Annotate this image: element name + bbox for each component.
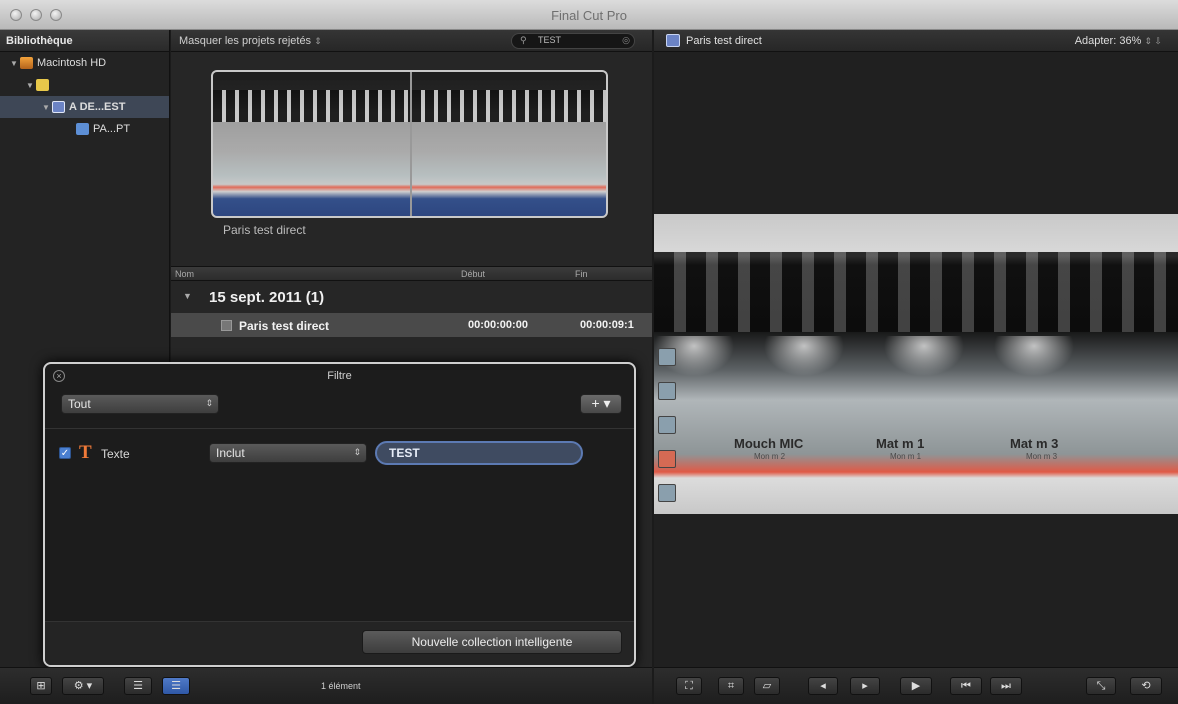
viewer-title: Paris test direct	[686, 35, 762, 47]
list-header: Nom Début Fin	[171, 266, 652, 281]
clip-icon	[666, 34, 680, 47]
add-rule-button[interactable]: + ▾	[580, 394, 622, 414]
viewer-header: Paris test direct Adapter: 36% ⇕ ⇩	[654, 30, 1178, 52]
library-item-label: A DE...EST	[69, 101, 126, 113]
clip-name: Paris test direct	[223, 223, 306, 237]
zoom-label: Adapter: 36%	[1074, 35, 1142, 47]
go-to-start-icon[interactable]: ⏮	[950, 677, 982, 695]
fullscreen-icon[interactable]: ⤡	[1086, 677, 1116, 695]
library-header: Bibliothèque	[0, 30, 169, 52]
disclosure-triangle-icon[interactable]: ▼	[26, 81, 36, 90]
filmstrip-frame	[213, 72, 410, 216]
image-label: Mouch MIC	[734, 436, 804, 451]
popup-arrows-icon: ⇕ ⇩	[1144, 36, 1162, 46]
filmstrip-view-icon[interactable]: ☰	[124, 677, 152, 695]
column-header-start[interactable]: Début	[461, 269, 485, 279]
viewer: Paris test direct Adapter: 36% ⇕ ⇩ Mouch…	[654, 30, 1178, 667]
rule-operator-label: Inclut	[216, 446, 245, 460]
image-sublabel: Mon m 2	[754, 452, 786, 461]
project-icon	[76, 123, 89, 135]
rule-value-field[interactable]: TEST	[375, 441, 583, 465]
list-view-icon[interactable]: ☰	[162, 677, 190, 695]
next-frame-icon[interactable]: ▸	[850, 677, 880, 695]
disclosure-triangle-icon[interactable]: ▼	[10, 59, 20, 68]
date-group-row[interactable]: ▼ 15 sept. 2011 (1)	[171, 286, 652, 310]
previous-frame-icon[interactable]: ◂	[808, 677, 838, 695]
filter-hud-toggle-icon[interactable]: ◎	[622, 35, 630, 46]
drive-icon	[20, 57, 33, 69]
item-count: 1 élément	[321, 681, 361, 691]
go-to-end-icon[interactable]: ⏭	[990, 677, 1022, 695]
hide-rejected-label: Masquer les projets rejetés	[179, 35, 312, 47]
popup-arrows-icon: ⇕	[353, 447, 361, 457]
clip-icon	[221, 320, 232, 331]
new-smart-collection-button[interactable]: Nouvelle collection intelligente	[362, 630, 622, 654]
crop-icon[interactable]: ⌗	[718, 677, 744, 695]
browser-header: Masquer les projets rejetés ⇕ ⚲ TEST ◎	[171, 30, 652, 52]
column-header-end[interactable]: Fin	[575, 269, 588, 279]
zoom-popup[interactable]: Adapter: 36% ⇕ ⇩	[1075, 35, 1162, 47]
event-icon	[52, 101, 65, 113]
show-library-icon[interactable]: ⊞	[30, 677, 52, 695]
rule-enabled-checkbox[interactable]: ✓	[59, 447, 71, 459]
loop-icon[interactable]: ⟲	[1130, 677, 1162, 695]
image-label: Mat m 3	[1010, 436, 1059, 451]
image-label: Mat m 1	[876, 436, 925, 451]
popup-arrows-icon: ⇕	[205, 398, 213, 408]
filter-hud: × Filtre Tout ⇕ + ▾ ✓ T Texte Inclut ⇕ T…	[43, 362, 636, 667]
match-popup-label: Tout	[68, 397, 91, 411]
action-gear-icon[interactable]: ⚙ ▾	[62, 677, 104, 695]
title-bar: Final Cut Pro	[0, 0, 1178, 30]
distort-icon[interactable]: ▱	[754, 677, 780, 695]
clip-row-start: 00:00:00:00	[468, 319, 528, 331]
match-popup[interactable]: Tout ⇕	[61, 394, 219, 414]
folder-icon	[36, 79, 49, 91]
library-item-folder[interactable]: ▼	[0, 74, 169, 96]
library-item-project[interactable]: PA...PT	[0, 118, 169, 140]
disclosure-triangle-icon[interactable]: ▼	[42, 103, 52, 112]
popup-arrows-icon: ⇕	[314, 36, 322, 46]
hud-footer: Nouvelle collection intelligente	[45, 621, 634, 665]
rule-value-text: TEST	[389, 446, 420, 460]
mixer-lights	[654, 336, 1178, 376]
search-icon: ⚲	[520, 35, 527, 45]
library-item-label: PA...PT	[93, 123, 131, 135]
play-icon[interactable]: ▶	[900, 677, 932, 695]
window-title: Final Cut Pro	[551, 8, 627, 23]
library-item-label: Macintosh HD	[37, 57, 107, 69]
clip-row-name: Paris test direct	[239, 319, 330, 333]
text-rule-icon: T	[79, 442, 92, 463]
viewer-image[interactable]: Mouch MIC Mon m 2 Mat m 1 Mon m 1 Mat m …	[654, 214, 1178, 514]
mixer-knobs	[654, 252, 1178, 332]
search-value: TEST	[538, 35, 562, 45]
column-header-name[interactable]: Nom	[175, 269, 194, 279]
browser-toolbar: ⊞ ⚙ ▾ ☰ ☰ 1 élément	[0, 667, 652, 704]
rule-operator-popup[interactable]: Inclut ⇕	[209, 443, 367, 463]
mixer-side-buttons	[658, 348, 680, 508]
library-item-macintosh-hd[interactable]: ▼ Macintosh HD	[0, 52, 169, 74]
filmstrip-frame	[412, 72, 606, 216]
image-sublabel: Mon m 1	[890, 452, 922, 461]
hide-rejected-popup[interactable]: Masquer les projets rejetés ⇕	[179, 35, 322, 47]
image-sublabel: Mon m 3	[1026, 452, 1058, 461]
clip-row-end: 00:00:09:1	[580, 319, 634, 331]
search-input[interactable]: ⚲ TEST ◎	[511, 33, 635, 49]
disclosure-triangle-icon[interactable]: ▼	[183, 291, 192, 301]
fit-icon[interactable]: ⛶	[676, 677, 702, 695]
library-item-event[interactable]: ▼ A DE...EST	[0, 96, 169, 118]
hud-title: Filtre	[327, 370, 352, 382]
rule-type-label: Texte	[101, 447, 130, 461]
viewer-toolbar: ⛶ ⌗ ▱ ◂ ▸ ▶ ⏮ ⏭ ⤡ ⟲	[654, 667, 1178, 704]
clip-filmstrip[interactable]	[211, 70, 608, 218]
divider	[45, 428, 634, 429]
date-group-label: 15 sept. 2011 (1)	[209, 289, 325, 306]
table-row[interactable]: Paris test direct 00:00:00:00 00:00:09:1	[171, 313, 652, 337]
